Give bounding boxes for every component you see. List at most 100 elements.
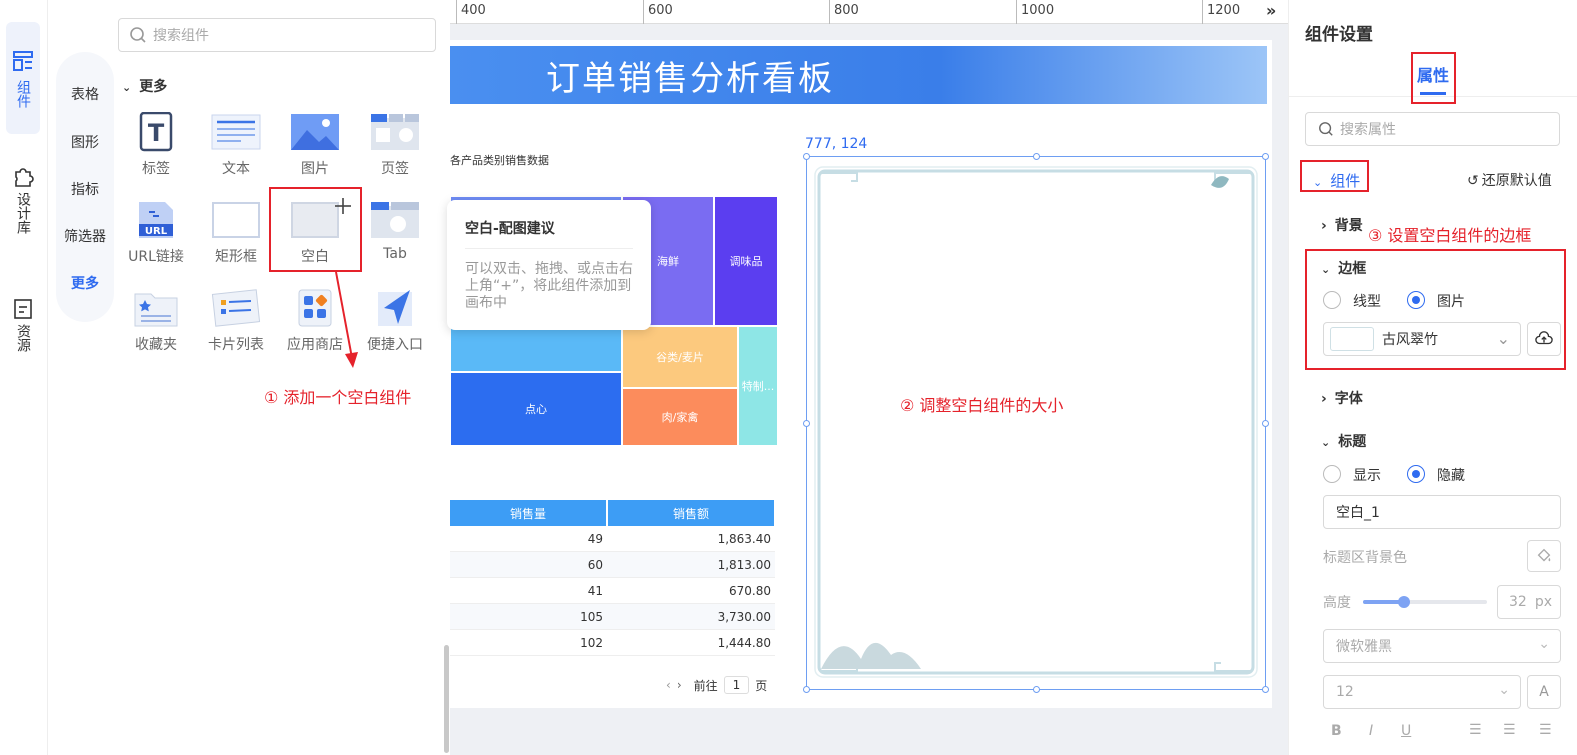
component-search-input[interactable]: 搜索组件 (118, 18, 436, 52)
italic-button[interactable]: I (1369, 723, 1373, 739)
category-graphic[interactable]: 图形 (56, 132, 114, 152)
dashboard-title: 订单销售分析看板 (450, 46, 1267, 104)
reset-default-button[interactable]: ↺ 还原默认值 (1467, 170, 1552, 190)
rail-item-components[interactable]: 组件 (6, 22, 40, 134)
tile-tab[interactable]: Tab (355, 194, 435, 276)
category-more[interactable]: 更多 (56, 273, 114, 293)
underline-button[interactable]: U (1401, 723, 1411, 739)
resize-handle[interactable] (1262, 686, 1269, 693)
section-title[interactable]: ⌄ 标题 (1321, 431, 1366, 451)
double-chevron-right-icon[interactable]: » (1266, 1, 1276, 20)
card-list-icon (211, 288, 261, 328)
section-more-header[interactable]: ⌄ 更多 (122, 76, 167, 96)
table-row: 105 3,730.00 (450, 604, 775, 630)
settings-title: 组件设置 (1305, 25, 1373, 45)
bamboo-border-image (814, 166, 1258, 678)
title-show-radio[interactable] (1323, 465, 1341, 483)
tile-favorites-label: 收藏夹 (135, 337, 177, 353)
align-right-icon[interactable]: ☰ (1539, 722, 1552, 738)
tile-rectangle-label: 矩形框 (215, 249, 257, 265)
reset-label: 还原默认值 (1481, 173, 1552, 189)
treemap-cell: 调味品 (714, 196, 778, 326)
font-family-value: 微软雅黑 (1336, 639, 1392, 655)
chevron-right-icon: › (1321, 218, 1327, 234)
table-row: 49 1,863.40 (450, 526, 775, 552)
height-unit: px (1534, 594, 1552, 610)
selected-blank-component[interactable] (803, 153, 1269, 693)
tile-url-link[interactable]: URL URL链接 (116, 194, 196, 276)
resource-icon (14, 299, 32, 319)
title-bg-color-picker[interactable] (1527, 540, 1561, 572)
title-show-label: 显示 (1353, 468, 1381, 484)
ruler-mark: 600 (643, 0, 673, 24)
resize-handle[interactable] (1262, 153, 1269, 160)
category-nav: 表格 图形 指标 筛选器 更多 (56, 52, 114, 322)
panel-scrollbar[interactable] (444, 645, 449, 753)
height-label: 高度 (1323, 595, 1351, 611)
annotation-box-border-section (1305, 249, 1566, 370)
align-left-icon[interactable]: ☰ (1469, 722, 1482, 738)
annotation-step1: ① 添加一个空白组件 (264, 388, 412, 407)
resize-handle[interactable] (803, 420, 810, 427)
section-background[interactable]: › 背景 (1321, 215, 1363, 235)
property-search-input[interactable]: 搜索属性 (1305, 112, 1560, 146)
treemap-cell: 肉/家禽 (622, 388, 738, 446)
title-text-input[interactable]: 空白_1 (1323, 495, 1561, 529)
category-filter[interactable]: 筛选器 (56, 226, 114, 246)
treemap-cell: 点心 (450, 372, 622, 446)
tile-card-list[interactable]: 卡片列表 (196, 282, 276, 364)
section-font[interactable]: › 字体 (1321, 388, 1363, 408)
pagination-prefix: 前往 (693, 678, 718, 693)
height-value: 32 (1509, 594, 1527, 610)
tile-url-link-label: URL链接 (128, 249, 184, 265)
tile-image-label: 图片 (301, 161, 329, 177)
section-background-label: 背景 (1334, 218, 1363, 234)
tile-image[interactable]: 图片 (275, 106, 355, 188)
tile-label[interactable]: T 标签 (116, 106, 196, 188)
table-row: 41 670.80 (450, 578, 775, 604)
paint-bucket-icon (1537, 548, 1551, 562)
font-color-button[interactable]: A (1527, 675, 1561, 709)
resize-handle[interactable] (803, 153, 810, 160)
component-tooltip: 空白-配图建议 可以双击、拖拽、或点击右上角“+”，将此组件添加到画布中 (447, 200, 651, 330)
chevron-right-icon[interactable]: › (677, 678, 682, 692)
tile-quick-entry[interactable]: 便捷入口 (355, 282, 435, 364)
tile-tabs[interactable]: 页签 (355, 106, 435, 188)
rail-item-design-library[interactable]: 设计库 (6, 166, 40, 246)
table-row: 60 1,813.00 (450, 552, 775, 578)
svg-text:T: T (148, 119, 165, 147)
resize-handle[interactable] (803, 686, 810, 693)
resize-handle[interactable] (1033, 686, 1040, 693)
font-family-select[interactable]: 微软雅黑 ⌄ (1323, 629, 1561, 663)
height-slider-track[interactable] (1363, 596, 1487, 608)
bold-button[interactable]: B (1331, 723, 1342, 739)
pagination-page-input[interactable]: 1 (723, 676, 750, 694)
tile-tab-label: Tab (383, 246, 407, 262)
image-icon (290, 112, 340, 152)
category-metric[interactable]: 指标 (56, 179, 114, 199)
tile-rectangle[interactable]: 矩形框 (196, 194, 276, 276)
tile-quick-entry-label: 便捷入口 (367, 337, 423, 353)
chevron-left-icon[interactable]: ‹ (666, 678, 671, 692)
title-hide-radio[interactable] (1407, 465, 1425, 483)
tooltip-title: 空白-配图建议 (465, 218, 633, 249)
annotation-box-properties-tab (1411, 52, 1456, 104)
chevron-down-icon: ⌄ (1321, 436, 1331, 449)
rectangle-icon (211, 200, 261, 240)
annotation-box-component-group (1300, 160, 1369, 192)
rail-item-resources[interactable]: 资源 (6, 298, 40, 362)
tile-favorites[interactable]: 收藏夹 (116, 282, 196, 364)
category-table[interactable]: 表格 (56, 84, 114, 104)
annotation-step3: ③ 设置空白组件的边框 (1368, 226, 1532, 245)
height-input[interactable]: 32 px (1497, 585, 1561, 619)
tile-text[interactable]: 文本 (196, 106, 276, 188)
ruler-mark: 1000 (1016, 0, 1054, 24)
align-center-icon[interactable]: ☰ (1503, 722, 1516, 738)
resize-handle[interactable] (1262, 420, 1269, 427)
height-slider-handle[interactable] (1397, 596, 1410, 608)
search-icon (130, 27, 146, 43)
font-size-select[interactable]: 12 ⌄ (1323, 675, 1521, 709)
resize-handle[interactable] (1033, 153, 1040, 160)
search-icon (1319, 122, 1333, 136)
quick-entry-icon (370, 288, 420, 328)
